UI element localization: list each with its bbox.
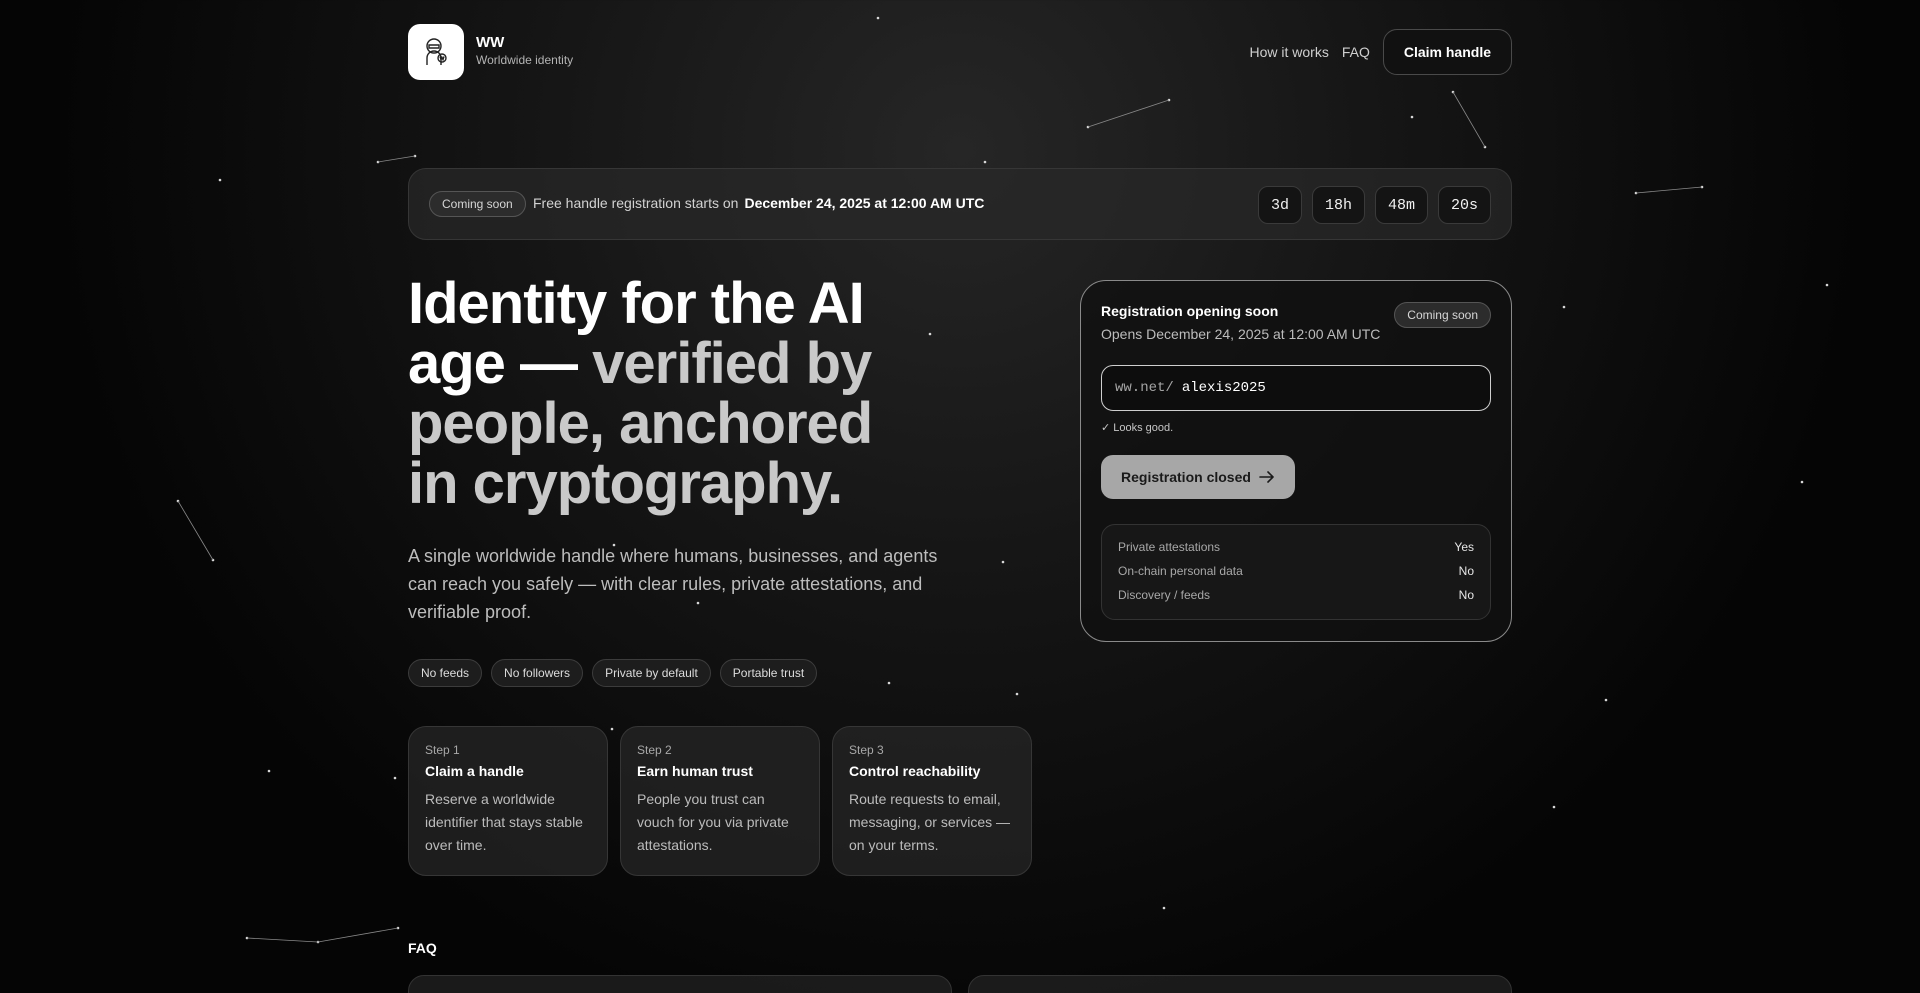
fact-row: Private attestations Yes (1118, 535, 1474, 559)
step-number: Step 3 (849, 743, 884, 757)
tag-private-by-default: Private by default (592, 659, 711, 687)
step-title: Earn human trust (637, 763, 753, 779)
registration-card: Registration opening soon Opens December… (1080, 280, 1512, 642)
privacy-facts: Private attestations Yes On-chain person… (1101, 524, 1491, 620)
step-number: Step 2 (637, 743, 672, 757)
registration-button-label: Registration closed (1121, 469, 1251, 485)
fact-label: On-chain personal data (1118, 564, 1243, 578)
banner-text: Free handle registration starts on Decemb… (533, 195, 984, 211)
logo[interactable] (408, 24, 464, 80)
steps: Step 1 Claim a handle Reserve a worldwid… (408, 726, 1032, 876)
hero-title-line1: Identity for the AI (408, 271, 865, 336)
registration-title: Registration opening soon (1101, 303, 1279, 319)
tag-portable-trust: Portable trust (719, 659, 818, 687)
arrow-right-icon (1259, 471, 1274, 483)
astronaut-icon (426, 38, 447, 65)
handle-value[interactable]: alexis2025 (1182, 380, 1266, 396)
step-card: Step 2 Earn human trust People you trust… (620, 726, 820, 876)
hero-title-line4: in cryptography. (408, 451, 843, 516)
fact-value: Yes (1454, 540, 1474, 554)
brand-tagline: Worldwide identity (476, 53, 574, 67)
countdown-hours: 18h (1311, 186, 1365, 224)
registration-closed-button[interactable]: Registration closed (1101, 455, 1295, 499)
step-description: People you trust can vouch for you via p… (637, 791, 789, 853)
nav-link-faq[interactable]: FAQ (1342, 44, 1370, 60)
faq-heading: FAQ (408, 940, 437, 956)
tag-no-feeds: No feeds (408, 659, 483, 687)
registration-opens: Opens December 24, 2025 at 12:00 AM UTC (1101, 326, 1381, 342)
site-header: WW Worldwide identity How it works FAQ C… (408, 24, 1512, 80)
fact-value: No (1458, 564, 1474, 578)
countdown-minutes: 48m (1374, 186, 1428, 224)
faq-item[interactable] (408, 975, 952, 993)
step-title: Control reachability (849, 763, 981, 779)
handle-input[interactable]: ww.net/ alexis2025 (1101, 365, 1491, 411)
step-card: Step 1 Claim a handle Reserve a worldwid… (408, 726, 608, 876)
step-card: Step 3 Control reachability Route reques… (832, 726, 1032, 876)
brand: WW Worldwide identity (476, 34, 573, 68)
faq-item[interactable] (968, 975, 1512, 993)
step-number: Step 1 (425, 743, 460, 757)
banner-message: Free handle registration starts on (533, 195, 739, 211)
brand-name: WW (476, 34, 505, 51)
registration-banner: Coming soon Free handle registration sta… (408, 168, 1512, 240)
fact-row: On-chain personal data No (1118, 559, 1474, 583)
hero-title-line2-end: verified by (592, 331, 872, 396)
hero-title-line2-start: age — (408, 331, 593, 396)
handle-prefix: ww.net/ (1115, 380, 1174, 396)
tag-no-followers: No followers (491, 659, 584, 687)
nav-link-how-it-works[interactable]: How it works (1249, 44, 1328, 60)
fact-row: Discovery / feeds No (1118, 583, 1474, 607)
step-description: Reserve a worldwide identifier that stay… (425, 791, 583, 853)
countdown-seconds: 20s (1437, 186, 1491, 224)
fact-label: Private attestations (1118, 540, 1221, 554)
coming-soon-badge: Coming soon (1394, 302, 1491, 328)
countdown: 3d 18h 48m 20s (1257, 186, 1491, 224)
claim-handle-button[interactable]: Claim handle (1382, 29, 1512, 75)
banner-date: December 24, 2025 at 12:00 AM UTC (744, 195, 985, 211)
fact-label: Discovery / feeds (1118, 588, 1211, 602)
top-nav: How it works FAQ Claim handle (1249, 29, 1512, 75)
feature-tags: No feeds No followers Private by default… (408, 659, 818, 687)
validation-hint: ✓ Looks good. (1101, 422, 1174, 434)
step-title: Claim a handle (425, 763, 524, 779)
step-description: Route requests to email, messaging, or s… (849, 791, 1011, 853)
hero-subtitle: A single worldwide handle where humans, … (408, 546, 938, 622)
countdown-days: 3d (1257, 186, 1302, 224)
hero-title-line3: people, anchored (408, 391, 873, 456)
fact-value: No (1458, 588, 1474, 602)
hero-title: Identity for the AI age — verified by pe… (408, 274, 948, 514)
coming-soon-badge: Coming soon (429, 191, 526, 217)
